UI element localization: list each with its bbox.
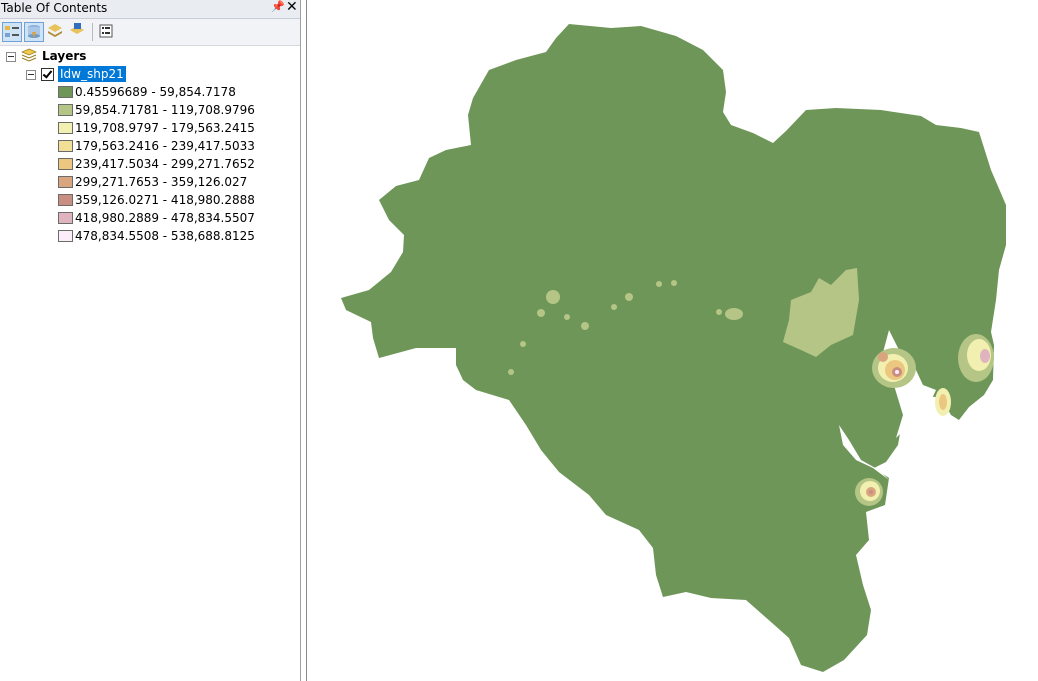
legend-label: 359,126.0271 - 418,980.2888 <box>75 193 255 207</box>
list-by-selection-icon[interactable] <box>68 22 88 42</box>
legend-label: 478,834.5508 - 538,688.8125 <box>75 229 255 243</box>
collapse-icon[interactable] <box>26 70 36 80</box>
legend-swatch[interactable] <box>58 158 73 170</box>
toc-toolbar <box>0 19 300 46</box>
collapse-icon[interactable] <box>6 52 16 62</box>
legend-item[interactable]: 179,563.2416 - 239,417.5033 <box>0 137 300 155</box>
legend-swatch[interactable] <box>58 122 73 134</box>
toc-titlebar: Table Of Contents 📌 ✕ <box>0 0 300 19</box>
legend-item[interactable]: 239,417.5034 - 299,271.7652 <box>0 155 300 173</box>
legend-item[interactable]: 0.45596689 - 59,854.7178 <box>0 83 300 101</box>
map-view[interactable] <box>306 0 1038 681</box>
legend-label: 59,854.71781 - 119,708.9796 <box>75 103 255 117</box>
layer-name[interactable]: Idw_shp21 <box>58 66 126 82</box>
study-area-polygon <box>341 24 1006 672</box>
legend-label: 119,708.9797 - 179,563.2415 <box>75 121 255 135</box>
legend-item[interactable]: 418,980.2889 - 478,834.5507 <box>0 209 300 227</box>
legend-item[interactable]: 478,834.5508 - 538,688.8125 <box>0 227 300 245</box>
list-by-drawing-order-icon[interactable] <box>2 22 22 42</box>
legend-label: 0.45596689 - 59,854.7178 <box>75 85 236 99</box>
legend-swatch[interactable] <box>58 104 73 116</box>
options-icon[interactable] <box>97 22 117 42</box>
legend-label: 179,563.2416 - 239,417.5033 <box>75 139 255 153</box>
legend-swatch[interactable] <box>58 140 73 152</box>
layers-root-row[interactable]: Layers <box>0 47 300 65</box>
legend-swatch[interactable] <box>58 194 73 206</box>
legend-swatch[interactable] <box>58 230 73 242</box>
legend-swatch[interactable] <box>58 212 73 224</box>
legend-item[interactable]: 359,126.0271 - 418,980.2888 <box>0 191 300 209</box>
legend-item[interactable]: 119,708.9797 - 179,563.2415 <box>0 119 300 137</box>
legend-swatch[interactable] <box>58 176 73 188</box>
hotspot-east-1 <box>872 348 916 388</box>
layers-root-label: Layers <box>42 49 87 63</box>
layer-visibility-checkbox[interactable] <box>41 68 54 81</box>
layer-row[interactable]: Idw_shp21 <box>0 65 300 83</box>
legend-item[interactable]: 59,854.71781 - 119,708.9796 <box>0 101 300 119</box>
close-icon[interactable]: ✕ <box>286 0 298 15</box>
legend-item[interactable]: 299,271.7653 - 359,126.027 <box>0 173 300 191</box>
toolbar-separator <box>92 23 93 41</box>
hotspot-south <box>855 478 883 506</box>
idw-raster-map <box>341 24 1006 672</box>
legend-label: 239,417.5034 - 299,271.7652 <box>75 157 255 171</box>
legend-swatch[interactable] <box>58 86 73 98</box>
legend-label: 418,980.2889 - 478,834.5507 <box>75 211 255 225</box>
legend-label: 299,271.7653 - 359,126.027 <box>75 175 248 189</box>
list-by-visibility-icon[interactable] <box>46 22 66 42</box>
toc-title: Table Of Contents <box>1 1 108 15</box>
pin-icon[interactable]: 📌 <box>271 0 285 13</box>
list-by-source-icon[interactable] <box>24 22 44 42</box>
table-of-contents-panel: Table Of Contents 📌 ✕ Layers Idw_shp21 0… <box>0 0 301 681</box>
